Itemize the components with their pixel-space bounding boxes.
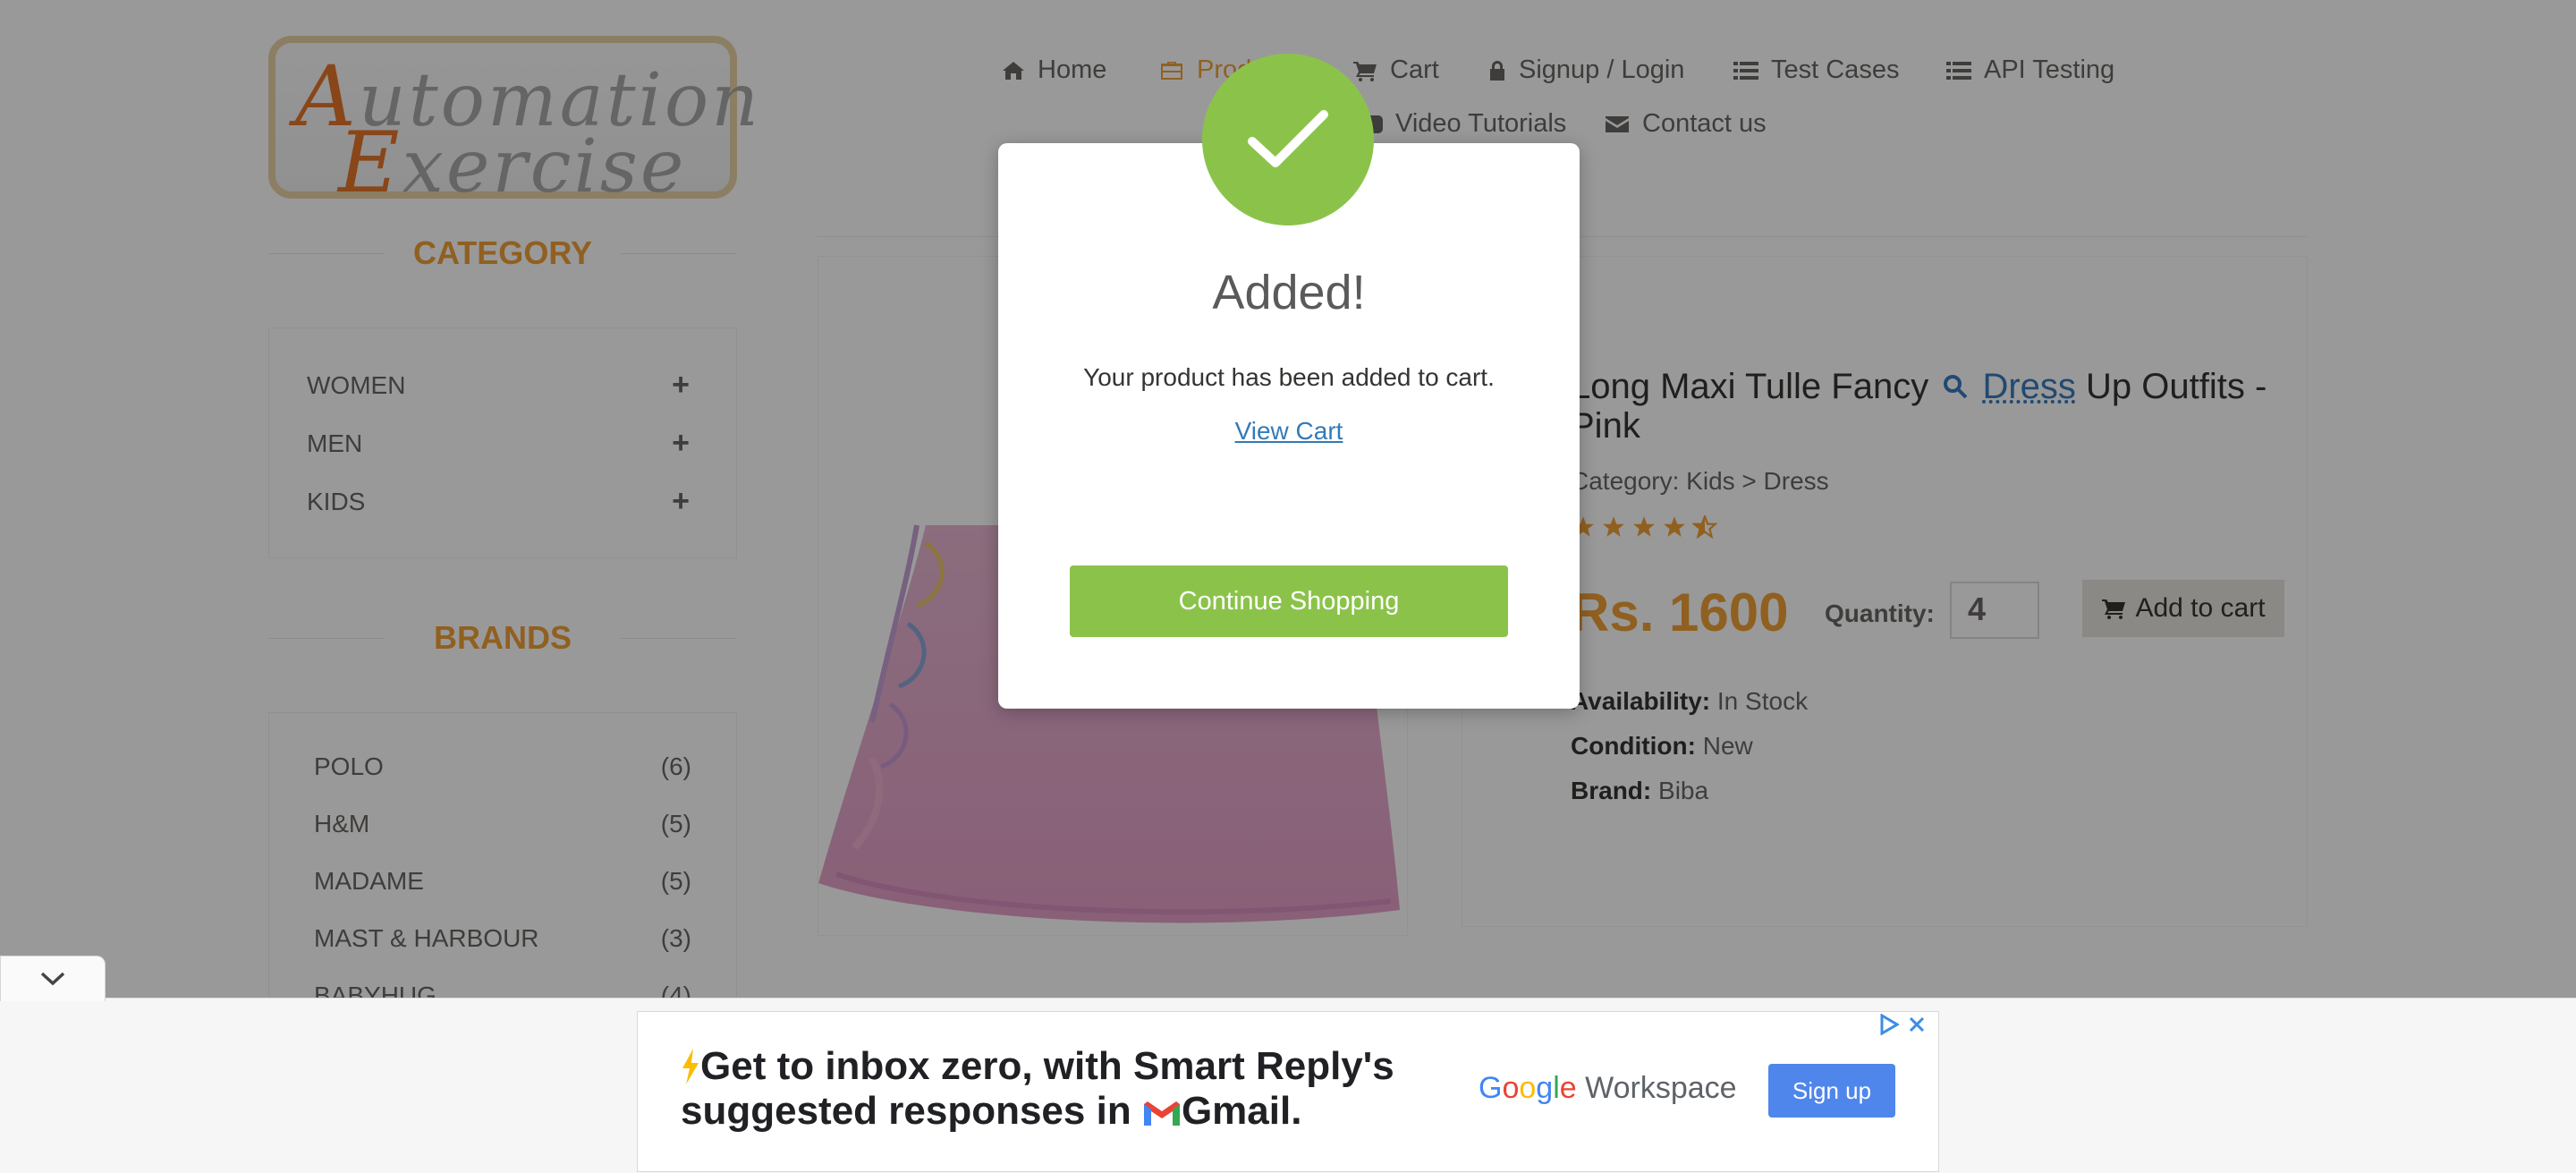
ad-banner[interactable]: Get to inbox zero, with Smart Reply's su…	[637, 1011, 1939, 1172]
success-badge	[1202, 54, 1374, 225]
adchoices-icon[interactable]	[1879, 1014, 1899, 1035]
chevron-down-icon	[40, 972, 65, 986]
gmail-icon	[1143, 1101, 1180, 1126]
ad-brand: Google Workspace	[1479, 1071, 1737, 1105]
ad-signup-button[interactable]: Sign up	[1768, 1064, 1895, 1118]
view-cart-link[interactable]: View Cart	[998, 417, 1580, 446]
lightning-icon	[682, 1049, 699, 1084]
modal-message: Your product has been added to cart.	[1083, 363, 1495, 391]
added-to-cart-modal: Added! Your product has been added to ca…	[998, 143, 1580, 709]
ad-headline: Get to inbox zero, with Smart Reply's su…	[681, 1044, 1394, 1133]
modal-title: Added!	[1212, 266, 1366, 319]
ad-choices	[1879, 1014, 1926, 1035]
continue-shopping-button[interactable]: Continue Shopping	[1070, 565, 1508, 637]
google-wordmark: Google	[1479, 1071, 1577, 1105]
checkmark-icon	[1248, 110, 1328, 167]
close-icon[interactable]	[1908, 1016, 1926, 1033]
ad-collapse-toggle[interactable]	[0, 956, 106, 1001]
